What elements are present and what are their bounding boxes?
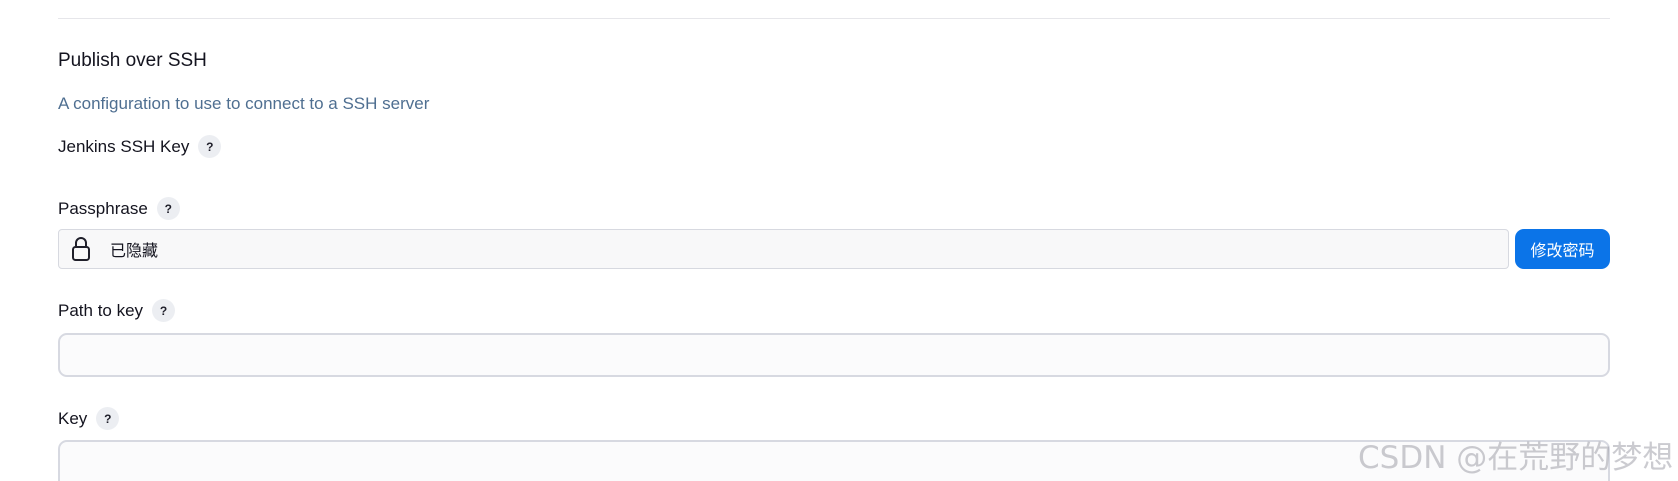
path-to-key-input[interactable] — [58, 333, 1610, 377]
passphrase-help-button[interactable]: ? — [156, 197, 180, 220]
path-to-key-help-button[interactable]: ? — [152, 299, 176, 322]
change-password-button[interactable]: 修改密码 — [1515, 229, 1610, 269]
jenkins-ssh-key-label: Jenkins SSH Key — [58, 136, 190, 156]
key-label-row: Key ? — [58, 407, 120, 430]
passphrase-hidden-text: 已隐藏 — [110, 243, 159, 260]
jenkins-ssh-key-help-button[interactable]: ? — [198, 135, 222, 158]
section-divider — [58, 18, 1610, 19]
key-help-button[interactable]: ? — [96, 407, 120, 430]
watermark: CSDN @在荒野的梦想 — [1358, 440, 1674, 476]
section-description: A configuration to use to connect to a S… — [58, 94, 430, 113]
path-to-key-label-row: Path to key ? — [58, 299, 176, 322]
jenkins-ssh-key-label-row: Jenkins SSH Key ? — [58, 135, 222, 158]
path-to-key-label: Path to key — [58, 300, 144, 320]
passphrase-label: Passphrase — [58, 198, 148, 218]
ssh-config-page: Publish over SSH A configuration to use … — [0, 0, 1678, 481]
section-title: Publish over SSH — [58, 50, 207, 71]
passphrase-hidden-field: 已隐藏 — [58, 229, 1509, 269]
lock-icon — [69, 235, 93, 263]
key-label: Key — [58, 408, 88, 428]
passphrase-label-row: Passphrase ? — [58, 197, 180, 220]
